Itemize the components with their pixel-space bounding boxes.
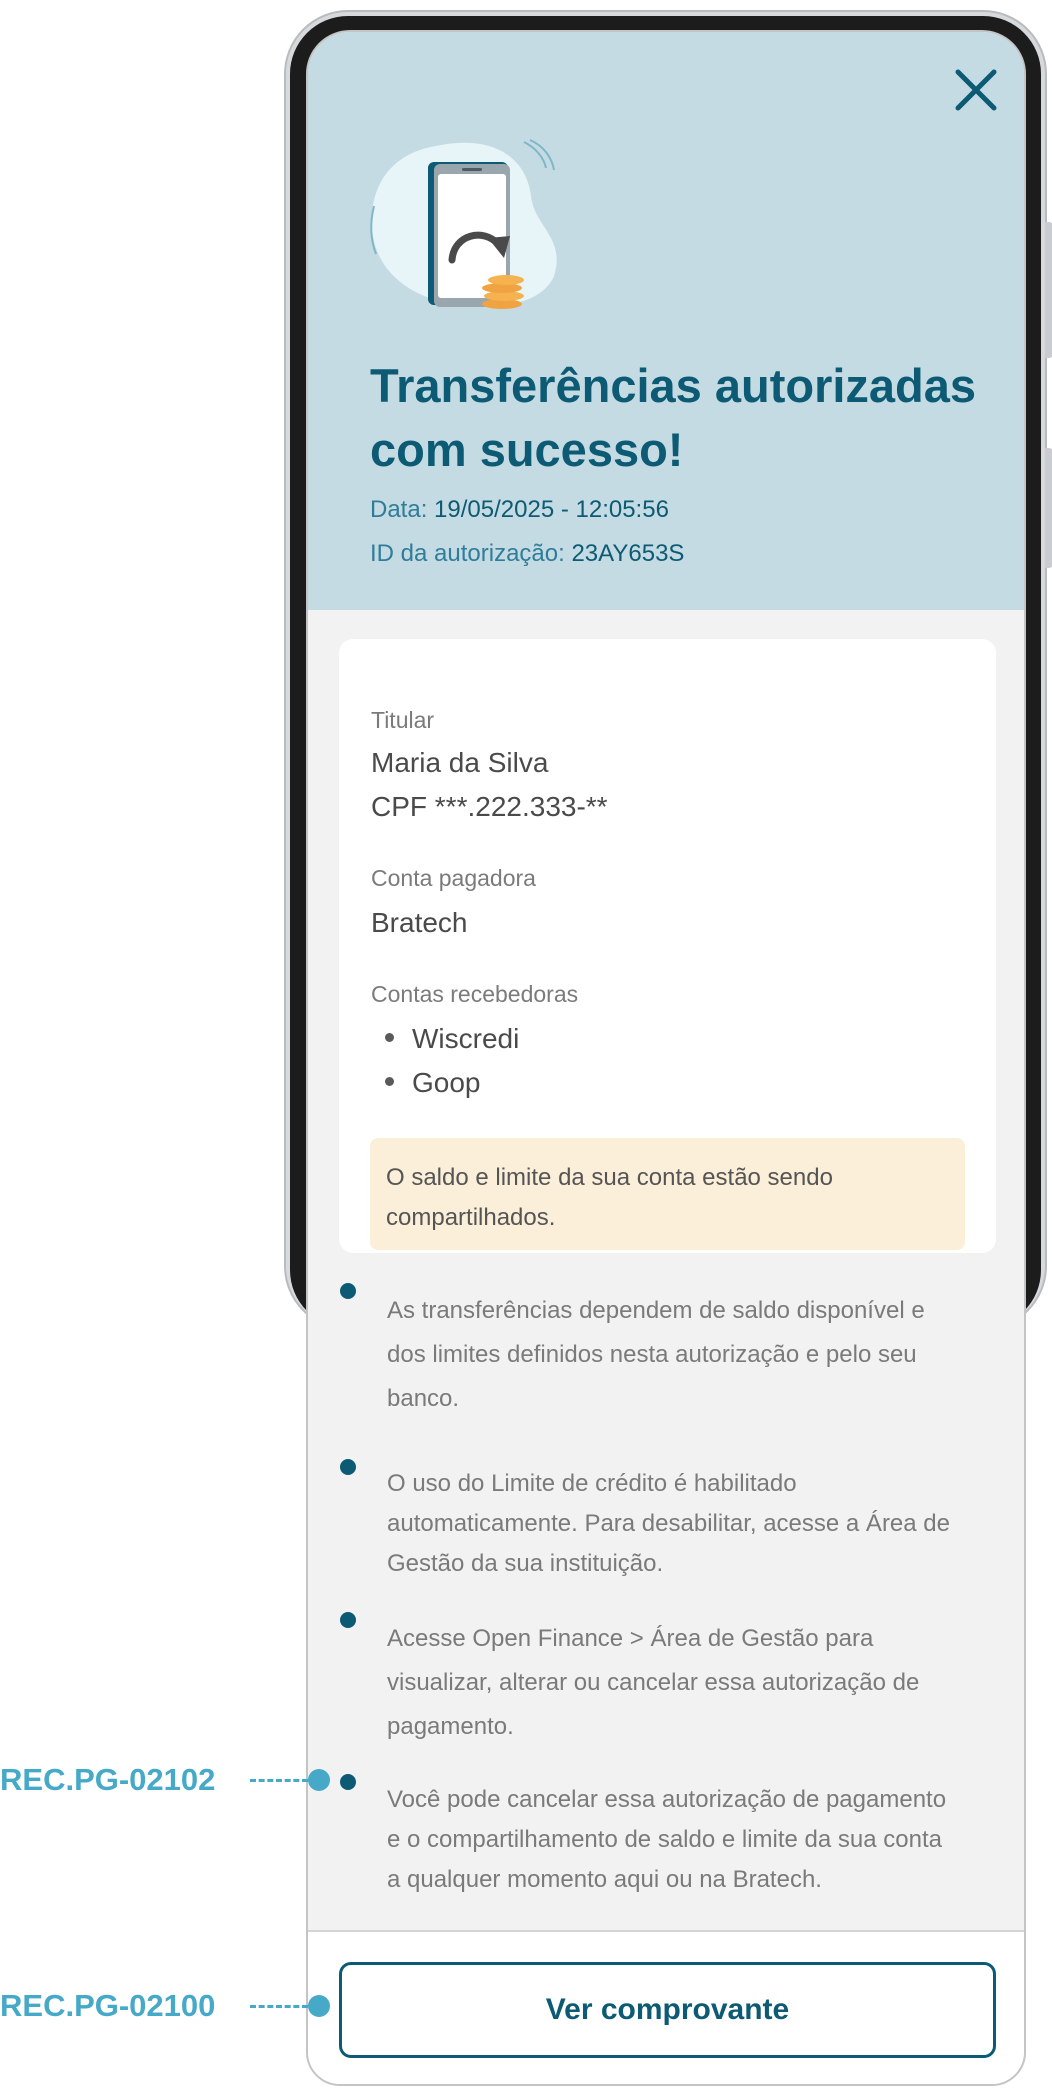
info-line: dos limites definidos nesta autorização … xyxy=(387,1341,917,1368)
payer-account-label: Conta pagadora xyxy=(371,865,536,891)
info-line: Você pode cancelar essa autorização de p… xyxy=(387,1786,947,1813)
phone-side-button xyxy=(1045,448,1052,568)
authorization-id-value: 23AY653S xyxy=(571,540,685,567)
info-bullet-icon xyxy=(340,1612,356,1628)
info-line: Gestão da sua instituição. xyxy=(387,1550,664,1577)
info-line: Acesse Open Finance > Área de Gestão par… xyxy=(387,1625,874,1652)
receiving-accounts-label: Contas recebedoras xyxy=(371,981,579,1007)
annotation-connector xyxy=(250,2005,308,2008)
annotation-connector xyxy=(250,1779,308,1782)
authorization-id-row: ID da autorização: 23AY653S xyxy=(370,540,684,568)
date-label: Data: xyxy=(370,496,428,523)
info-bullet-icon xyxy=(340,1459,356,1475)
sharing-notice-line: O saldo e limite da sua conta estão send… xyxy=(386,1164,833,1191)
info-line: O uso do Limite de crédito é habilitado xyxy=(387,1470,797,1497)
info-item: Acesse Open Finance > Área de Gestão par… xyxy=(387,1617,997,1749)
view-receipt-button[interactable]: Ver comprovante xyxy=(339,1962,996,2058)
date-row: Data: 19/05/2025 - 12:05:56 xyxy=(370,496,669,524)
payer-account-value: Bratech xyxy=(371,907,468,938)
annotation-marker xyxy=(308,1995,330,2017)
info-line: As transferências dependem de saldo disp… xyxy=(387,1297,925,1324)
sharing-notice-line: compartilhados. xyxy=(386,1204,556,1231)
info-line: visualizar, alterar ou cancelar essa aut… xyxy=(387,1669,920,1696)
annotation-label-button: REC.PG-02100 xyxy=(0,1988,216,2023)
info-line: a qualquer momento aqui ou na Bratech. xyxy=(387,1866,822,1893)
receiving-account-name: Goop xyxy=(412,1067,481,1098)
sharing-notice: O saldo e limite da sua conta estão send… xyxy=(370,1138,965,1250)
close-icon xyxy=(955,69,997,111)
view-receipt-button-label: Ver comprovante xyxy=(545,1993,790,2026)
info-line: pagamento. xyxy=(387,1713,514,1740)
info-line: banco. xyxy=(387,1385,460,1412)
info-item: As transferências dependem de saldo disp… xyxy=(387,1289,997,1421)
receiving-account-item: Goop xyxy=(385,1067,481,1099)
info-bullet-icon xyxy=(340,1774,356,1790)
date-value: 19/05/2025 - 12:05:56 xyxy=(434,496,669,523)
info-line: automaticamente. Para desabilitar, acess… xyxy=(387,1510,950,1537)
receiving-account-item: Wiscredi xyxy=(385,1023,519,1055)
annotation-marker xyxy=(308,1769,330,1791)
app-screen: Transferências autorizadas com sucesso! … xyxy=(306,30,1026,2086)
success-header: Transferências autorizadas com sucesso! … xyxy=(308,32,1024,610)
holder-name: Maria da Silva xyxy=(371,747,549,778)
authorization-details-card: Titular Maria da Silva CPF ***.222.333-*… xyxy=(339,639,996,1253)
holder-cpf: CPF ***.222.333-** xyxy=(371,791,608,822)
info-bullet-icon xyxy=(340,1283,356,1299)
bullet-icon xyxy=(385,1033,394,1043)
authorization-id-label: ID da autorização: xyxy=(370,540,565,567)
info-line: e o compartilhamento de saldo e limite d… xyxy=(387,1826,942,1853)
phone-side-button xyxy=(1045,222,1052,358)
info-item: Você pode cancelar essa autorização de p… xyxy=(387,1780,997,1900)
holder-label: Titular xyxy=(371,707,435,733)
phone-transfer-illustration xyxy=(370,139,557,309)
annotation-label-info-item: REC.PG-02102 xyxy=(0,1762,216,1797)
close-button[interactable] xyxy=(948,62,1004,118)
receiving-account-name: Wiscredi xyxy=(412,1023,520,1054)
bullet-icon xyxy=(385,1077,394,1087)
info-item: O uso do Limite de crédito é habilitado … xyxy=(387,1464,997,1584)
page-title: Transferências autorizadas com sucesso! xyxy=(370,359,977,476)
